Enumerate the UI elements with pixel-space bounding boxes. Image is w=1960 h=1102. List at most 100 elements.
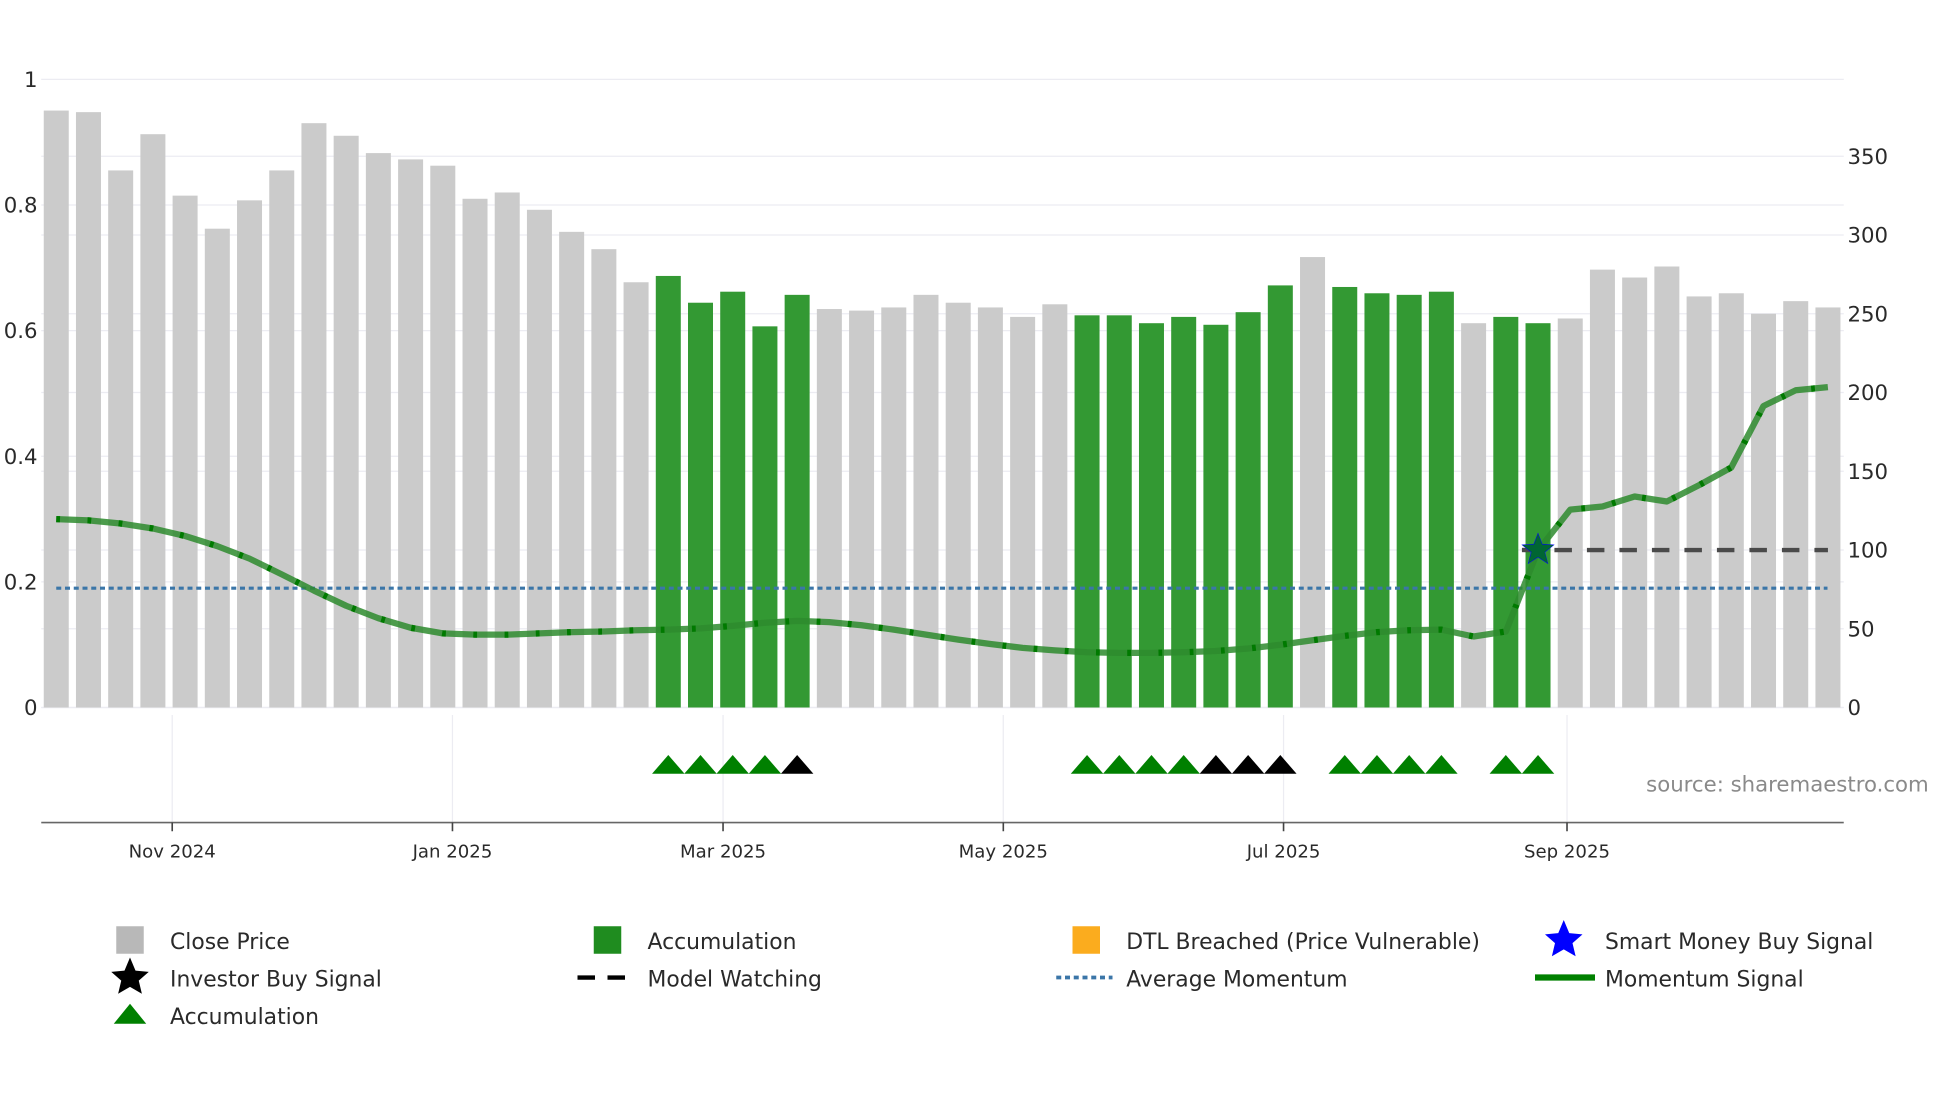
legend-item-dtl-breached[interactable]: DTL Breached (Price Vulnerable) (1072, 926, 1480, 955)
left-tick-label: 1 (24, 68, 38, 93)
right-tick-label: 300 (1848, 224, 1889, 249)
accumulation-triangle-marker (1199, 755, 1233, 774)
close-price-bar (333, 135, 359, 708)
left-tick-label: 0.4 (4, 445, 38, 470)
left-tick-label: 0 (24, 696, 38, 721)
right-tick-label: 150 (1848, 460, 1889, 485)
legend-label: Momentum Signal (1605, 967, 1804, 992)
close-price-bar (140, 134, 166, 708)
blue-star-icon (1545, 920, 1583, 957)
x-tick-label: Jul 2025 (1246, 842, 1321, 863)
accumulation-bar (1493, 316, 1519, 708)
legend-label: Model Watching (648, 967, 822, 992)
close-price-bar (1622, 277, 1648, 708)
accumulation-triangle-marker (1328, 755, 1361, 774)
accumulation-bar (1525, 323, 1551, 708)
accumulation-bar (1106, 315, 1132, 708)
accumulation-triangle-marker (1167, 755, 1200, 774)
close-price-bar (75, 112, 101, 708)
close-price-bar (1815, 307, 1841, 708)
accumulation-triangle-marker (684, 755, 717, 774)
close-price-bar (591, 249, 617, 708)
green-square-icon (593, 926, 622, 954)
close-price-bar (43, 110, 69, 708)
close-price-bar (559, 231, 585, 708)
x-tick-label: May 2025 (959, 842, 1048, 863)
x-tick-label: Nov 2024 (129, 842, 216, 863)
close-price-bar (1654, 266, 1680, 708)
legend-item-momentum-signal[interactable]: Momentum Signal (1535, 967, 1804, 992)
right-tick-label: 50 (1848, 617, 1875, 642)
legend-item-accumulation-marker[interactable]: Accumulation (113, 1003, 319, 1030)
black-star-icon (111, 957, 149, 994)
legend-item-smart-money-buy-signal[interactable]: Smart Money Buy Signal (1545, 920, 1873, 957)
accumulation-triangle-marker (1103, 755, 1136, 774)
accumulation-bar (784, 294, 810, 708)
left-tick-label: 0.2 (4, 570, 38, 595)
accumulation-triangle-marker (1231, 755, 1265, 774)
accumulation-bar (720, 291, 746, 708)
accumulation-bar (1396, 294, 1422, 708)
right-tick-label: 350 (1848, 145, 1889, 170)
legend-label: Accumulation (170, 1005, 319, 1030)
legend-label: Accumulation (648, 930, 797, 955)
x-tick-label: Sep 2025 (1524, 842, 1610, 863)
close-price-bar (1461, 323, 1487, 708)
legend-item-investor-buy-signal[interactable]: Investor Buy Signal (111, 957, 382, 994)
chart: 0 0.2 0.4 0.6 0.8 1 0 50 100 150 200 250 300 350 Nov 2… (4, 68, 1929, 1030)
close-price-bar (849, 310, 875, 708)
green-triangle-icon (113, 1003, 147, 1024)
right-tick-label: 100 (1848, 539, 1889, 564)
close-price-bar (623, 282, 649, 708)
legend: Close Price Accumulation DTL Breached (P… (111, 920, 1873, 1030)
close-price-bar (1718, 293, 1744, 708)
accumulation-triangle-marker (1264, 755, 1297, 774)
close-price-bar (365, 153, 391, 708)
close-price-bar (913, 294, 939, 708)
close-price-bar (430, 165, 456, 708)
close-price-bar (1783, 301, 1809, 708)
left-tick-label: 0.6 (4, 319, 38, 344)
bars (43, 110, 1841, 708)
close-price-bar (1686, 296, 1712, 708)
close-price-bar (494, 192, 520, 708)
close-price-bar (108, 170, 134, 708)
accumulation-bar (1332, 286, 1358, 708)
legend-label: DTL Breached (Price Vulnerable) (1126, 930, 1480, 955)
close-price-bar (945, 302, 971, 708)
accumulation-bar (1428, 291, 1454, 708)
close-price-bar (172, 195, 198, 708)
legend-label: Investor Buy Signal (170, 967, 382, 992)
right-tick-label: 250 (1848, 302, 1889, 327)
accumulation-triangle-marker (1135, 755, 1168, 774)
close-price-bar (237, 200, 263, 708)
accumulation-triangle-marker (716, 755, 749, 774)
gray-square-icon (116, 926, 144, 954)
accumulation-triangle-marker (1360, 755, 1394, 774)
close-price-bar (204, 228, 230, 708)
right-tick-label: 0 (1848, 696, 1862, 721)
accumulation-bar (655, 275, 681, 708)
legend-item-model-watching[interactable]: Model Watching (577, 967, 822, 992)
accumulation-triangle-marker (1489, 755, 1523, 774)
source-label: source: sharemaestro.com (1646, 772, 1929, 797)
left-tick-label: 0.8 (4, 194, 38, 219)
x-tick-label: Jan 2025 (412, 842, 493, 863)
accumulation-triangle-marker (748, 755, 782, 774)
accumulation-triangle-marker (1070, 755, 1104, 774)
accumulation-triangle-marker (780, 755, 814, 774)
accumulation-bar (752, 326, 778, 708)
x-tick-label: Mar 2025 (680, 842, 766, 863)
accumulation-triangle-marker (652, 755, 685, 774)
accumulation-triangle-marker (1392, 755, 1426, 774)
close-price-bar (816, 309, 842, 708)
right-tick-label: 200 (1848, 381, 1889, 406)
close-price-bar (269, 170, 295, 708)
legend-item-close-price[interactable]: Close Price (116, 926, 290, 955)
close-price-bar (301, 123, 327, 708)
orange-square-icon (1072, 926, 1100, 954)
legend-item-accumulation[interactable]: Accumulation (593, 926, 797, 955)
legend-label: Close Price (170, 930, 290, 955)
legend-item-average-momentum[interactable]: Average Momentum (1056, 967, 1348, 992)
close-price-bar (1589, 269, 1615, 708)
